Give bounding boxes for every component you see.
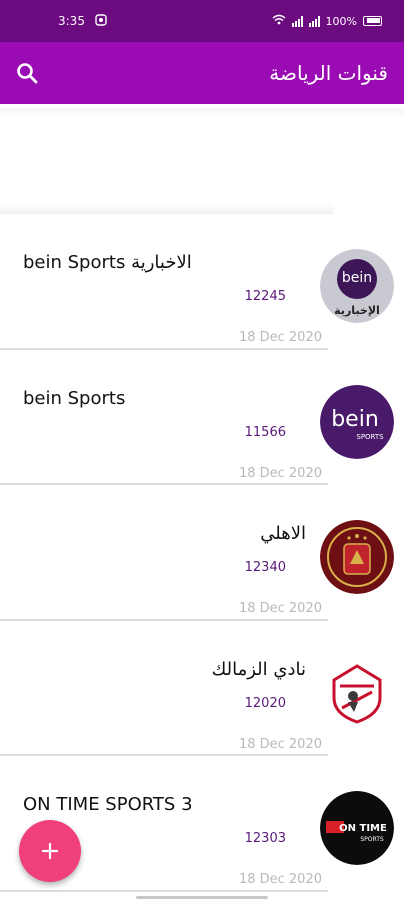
bein-news-caption: الإخبارية xyxy=(334,304,380,317)
plus-icon xyxy=(41,842,59,860)
battery-percent: 100% xyxy=(325,14,357,28)
battery-icon xyxy=(363,16,382,26)
banner-placeholder xyxy=(0,104,404,214)
channel-date: 18 Dec 2020 xyxy=(238,465,322,481)
status-left: 3:35 xyxy=(58,13,107,29)
channel-name: الاهلي xyxy=(260,523,306,544)
channel-number: 12303 xyxy=(244,831,286,846)
status-right: 100% xyxy=(272,14,382,28)
ontime-logo-sub: SPORTS xyxy=(360,836,384,843)
status-time: 3:35 xyxy=(58,14,85,28)
channel-number: 12245 xyxy=(244,289,286,304)
bein-news-logo: bein الإخبارية xyxy=(320,249,394,323)
channel-row-zamalek[interactable]: نادي الزمالك 12020 18 Dec 2020 xyxy=(0,621,404,756)
page-title: قنوات الرياضة xyxy=(269,61,388,85)
wifi-icon xyxy=(272,14,286,28)
bein-sports-logo-sub: SPORTS xyxy=(356,433,384,441)
channel-name: ON TIME SPORTS 3 xyxy=(23,794,193,815)
status-bar: 3:35 100% xyxy=(0,0,404,42)
channel-date: 18 Dec 2020 xyxy=(238,736,322,752)
channel-name: نادي الزمالك xyxy=(211,658,306,680)
channel-name: bein Sports xyxy=(23,387,126,409)
channel-number: 12340 xyxy=(244,560,286,575)
row-divider xyxy=(0,889,328,892)
channel-row-al-ahly[interactable]: الاهلي 12340 18 Dec 2020 xyxy=(0,485,404,621)
ontime-logo-text: ON TIME xyxy=(339,823,387,834)
al-ahly-logo xyxy=(320,520,394,594)
notification-icon xyxy=(95,13,107,29)
add-button[interactable] xyxy=(19,820,81,882)
channel-row-bein-sports[interactable]: bein Sports 11566 18 Dec 2020 bein SPORT… xyxy=(0,350,404,485)
channel-date: 18 Dec 2020 xyxy=(238,872,322,887)
channel-list: bein Sports الاخبارية 12245 18 Dec 2020 … xyxy=(0,214,404,892)
channel-name: bein Sports الاخبارية xyxy=(23,252,192,273)
app-bar: قنوات الرياضة xyxy=(0,42,404,104)
channel-date: 18 Dec 2020 xyxy=(238,601,322,616)
channel-number: 12020 xyxy=(244,695,286,711)
signal-icon-2 xyxy=(308,15,320,27)
channel-number: 11566 xyxy=(244,424,286,440)
channel-row-bein-news[interactable]: bein Sports الاخبارية 12245 18 Dec 2020 … xyxy=(0,214,404,350)
bein-news-logo-text: bein xyxy=(342,270,372,286)
search-icon[interactable] xyxy=(14,60,40,86)
zamalek-logo xyxy=(320,655,394,730)
ontime-sports-logo: ON TIME SPORTS xyxy=(320,791,394,865)
channel-date: 18 Dec 2020 xyxy=(238,330,322,345)
bein-sports-logo: bein SPORTS xyxy=(320,384,394,459)
gesture-bar xyxy=(136,896,268,899)
signal-icon xyxy=(291,15,303,27)
bein-sports-logo-text: bein xyxy=(331,407,379,432)
